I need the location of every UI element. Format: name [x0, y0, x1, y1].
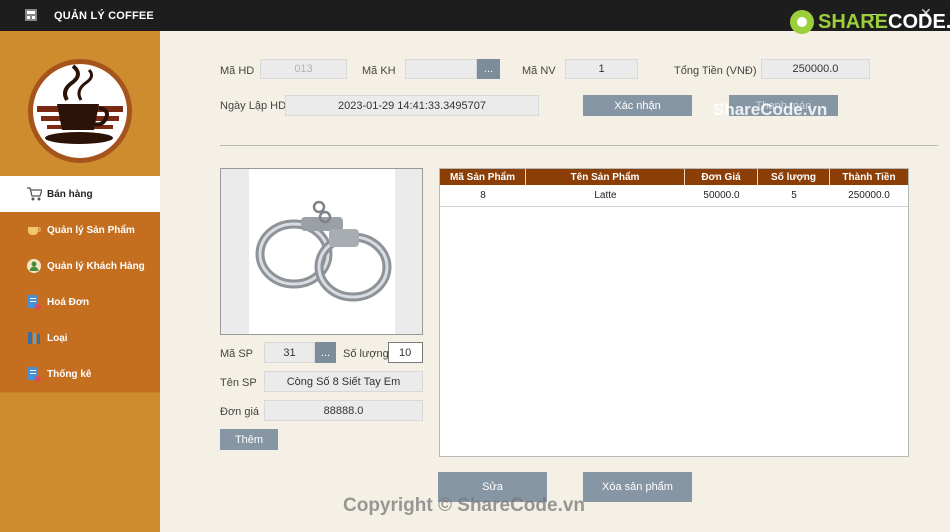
sidebar-item-loai[interactable]: Loại	[0, 320, 160, 356]
confirm-button[interactable]: Xác nhận	[583, 95, 692, 116]
window-title: QUẢN LÝ COFFEE	[54, 10, 154, 22]
divider	[220, 145, 938, 146]
sidebar-item-ban-hang[interactable]: Bán hàng	[0, 176, 160, 212]
ma-sp-field[interactable]: 31	[264, 342, 315, 363]
sidebar-item-label: Bán hàng	[47, 188, 93, 200]
column-header[interactable]: Số lượng	[758, 169, 830, 185]
ma-hd-label: Mã HD	[220, 65, 255, 77]
add-button[interactable]: Thêm	[220, 429, 278, 450]
report-icon	[28, 367, 41, 382]
app-icon	[25, 9, 37, 21]
table-cell: Latte	[594, 190, 617, 201]
sidebar-item-label: Quản lý Khách Hàng	[47, 260, 145, 272]
invoice-icon	[28, 295, 41, 310]
table-cell: 5	[791, 190, 797, 201]
sidebar-item-label: Quản lý Sản Phẩm	[47, 224, 135, 236]
sidebar-item-label: Thống kê	[47, 368, 92, 380]
ma-kh-label: Mã KH	[362, 65, 396, 77]
logo-text-green: SHARE	[818, 10, 889, 33]
handcuffs-image	[249, 169, 395, 334]
tong-tien-label: Tổng Tiền (VNĐ)	[674, 65, 757, 77]
table-cell: 250000.0	[848, 190, 890, 201]
logo-area	[0, 31, 160, 176]
sidebar-item-hoa-don[interactable]: Hoá Đơn	[0, 284, 160, 320]
ma-nv-label: Mã NV	[522, 65, 556, 77]
books-icon	[28, 332, 40, 344]
don-gia-label: Đơn giá	[220, 406, 260, 418]
ngay-lap-label: Ngày Lập HD	[220, 100, 287, 112]
column-header[interactable]: Đơn Giá	[685, 169, 758, 185]
ma-kh-browse-button[interactable]: ...	[477, 59, 500, 79]
coffee-logo-icon	[28, 59, 132, 163]
so-luong-field[interactable]: 10	[388, 342, 423, 363]
watermark-center: ShareCode.vn	[713, 100, 828, 119]
sidebar-menu: Bán hàng Quản lý Sản Phẩm Quản lý Khách …	[0, 176, 160, 392]
ma-sp-browse-button[interactable]: ...	[315, 342, 336, 363]
column-header[interactable]: Thành Tiền	[830, 169, 908, 185]
ngay-lap-field[interactable]: 2023-01-29 14:41:33.3495707	[285, 95, 539, 116]
sidebar-item-thong-ke[interactable]: Thống kê	[0, 356, 160, 392]
product-image-box	[220, 168, 423, 335]
tong-tien-field[interactable]: 250000.0	[761, 59, 870, 79]
ma-kh-field[interactable]	[405, 59, 477, 79]
sidebar-item-label: Loại	[47, 332, 68, 344]
don-gia-field[interactable]: 88888.0	[264, 400, 423, 421]
order-items-table[interactable]: Mã Sản Phẩm Tên Sản Phẩm Đơn Giá Số lượn…	[439, 168, 909, 457]
column-header[interactable]: Tên Sản Phẩm	[526, 169, 685, 185]
ten-sp-field[interactable]: Còng Số 8 Siết Tay Em	[264, 371, 423, 392]
table-row[interactable]: 8 Latte 50000.0 5 250000.0	[440, 185, 908, 207]
so-luong-label: Số lượng	[343, 348, 389, 360]
ma-sp-label: Mã SP	[220, 348, 254, 360]
watermark-bottom: Copyright © ShareCode.vn	[343, 495, 586, 516]
sidebar-item-quan-ly-khach-hang[interactable]: Quản lý Khách Hàng	[0, 248, 160, 284]
ten-sp-label: Tên SP	[220, 377, 257, 389]
sharecode-logo-icon	[790, 10, 814, 34]
column-header[interactable]: Mã Sản Phẩm	[440, 169, 526, 185]
sidebar-item-quan-ly-san-pham[interactable]: Quản lý Sản Phẩm	[0, 212, 160, 248]
table-cell: 50000.0	[703, 190, 740, 201]
table-header: Mã Sản Phẩm Tên Sản Phẩm Đơn Giá Số lượn…	[440, 169, 908, 185]
ma-nv-field[interactable]: 1	[565, 59, 638, 79]
sidebar-item-label: Hoá Đơn	[47, 296, 90, 308]
logo-text-white: CODE.vn	[888, 10, 950, 33]
coffee-cup-icon	[28, 227, 41, 235]
table-cell: 8	[480, 190, 486, 201]
customer-icon	[27, 259, 41, 273]
sidebar-footer	[0, 393, 160, 532]
sidebar: Bán hàng Quản lý Sản Phẩm Quản lý Khách …	[0, 31, 160, 532]
cart-icon	[27, 187, 42, 201]
ma-hd-field[interactable]: 013	[260, 59, 347, 79]
sharecode-logo: SHARECODE.vn	[790, 10, 950, 34]
delete-product-button[interactable]: Xóa sản phẩm	[583, 472, 692, 502]
